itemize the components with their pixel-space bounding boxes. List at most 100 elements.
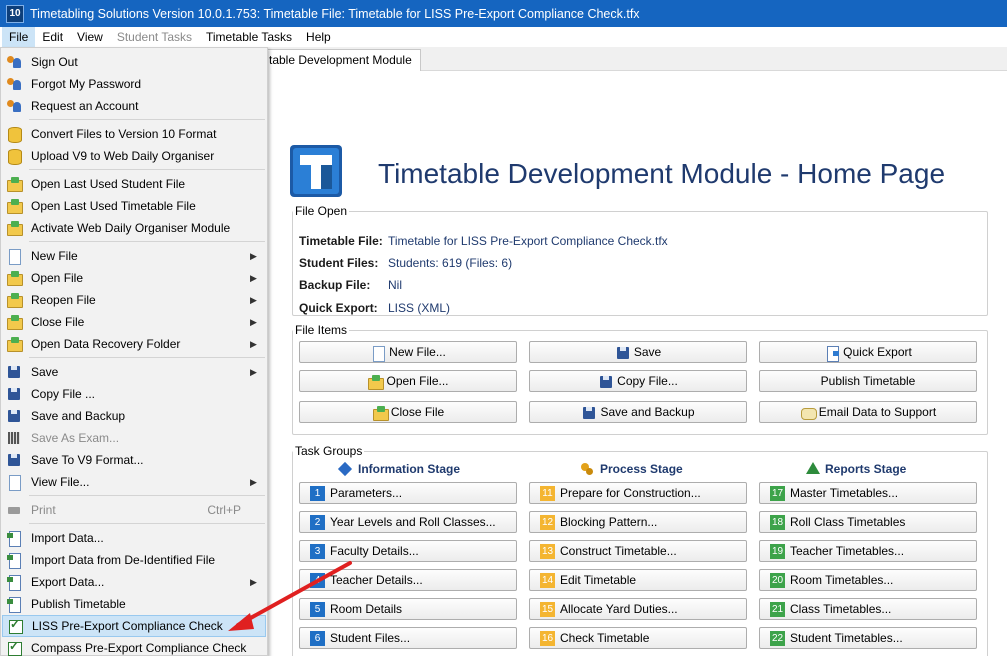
student-files-key: Student Files: bbox=[299, 256, 379, 270]
task-roll-class-timetables[interactable]: 18 Roll Class Timetables bbox=[759, 511, 977, 533]
new-file-icon bbox=[370, 345, 386, 362]
task-blocking-pattern[interactable]: 12 Blocking Pattern... bbox=[529, 511, 747, 533]
task-number: 21 bbox=[770, 601, 785, 617]
menu-item-save-as-exam[interactable]: Save As Exam... bbox=[2, 427, 266, 449]
menu-item-label: Print bbox=[31, 503, 56, 517]
menu-help[interactable]: Help bbox=[299, 27, 338, 47]
task-number: 12 bbox=[540, 514, 555, 530]
save-icon bbox=[6, 386, 22, 402]
menu-item-label: Request an Account bbox=[31, 99, 139, 113]
menu-timetable-tasks[interactable]: Timetable Tasks bbox=[199, 27, 299, 47]
menu-item-request-account[interactable]: Request an Account bbox=[2, 95, 266, 117]
publish-timetable-label: Publish Timetable bbox=[820, 374, 916, 388]
save-icon bbox=[6, 408, 22, 424]
menu-item-copy-file[interactable]: Copy File ... bbox=[2, 383, 266, 405]
menu-edit[interactable]: Edit bbox=[35, 27, 70, 47]
menu-item-label: Import Data... bbox=[31, 531, 104, 545]
menu-item-print[interactable]: Print Ctrl+P bbox=[2, 499, 266, 521]
submenu-arrow-icon: ▶ bbox=[250, 316, 257, 327]
save-and-backup-button[interactable]: Save and Backup bbox=[529, 401, 747, 423]
publish-timetable-button[interactable]: Publish Timetable bbox=[759, 370, 977, 392]
information-stage-heading: Information Stage bbox=[338, 462, 460, 476]
database-icon bbox=[6, 148, 22, 165]
export-icon bbox=[824, 345, 840, 362]
close-file-button[interactable]: Close File bbox=[299, 401, 517, 423]
menu-item-new-file[interactable]: New File ▶ bbox=[2, 245, 266, 267]
task-master-timetables[interactable]: 17 Master Timetables... bbox=[759, 482, 977, 504]
close-folder-icon bbox=[372, 405, 389, 421]
quick-export-button[interactable]: Quick Export bbox=[759, 341, 977, 363]
menu-file[interactable]: File bbox=[2, 27, 36, 47]
submenu-arrow-icon: ▶ bbox=[250, 476, 257, 487]
menu-item-import-data[interactable]: Import Data... bbox=[2, 527, 266, 549]
reports-stage-heading: Reports Stage bbox=[805, 462, 906, 476]
task-student-timetables[interactable]: 22 Student Timetables... bbox=[759, 627, 977, 649]
email-data-to-support-button[interactable]: Email Data to Support bbox=[759, 401, 977, 423]
save-button[interactable]: Save bbox=[529, 341, 747, 363]
menu-item-label: Close File bbox=[31, 315, 85, 329]
task-room-timetables[interactable]: 20 Room Timetables... bbox=[759, 569, 977, 591]
task-construct-timetable[interactable]: 13 Construct Timetable... bbox=[529, 540, 747, 562]
task-label: Class Timetables... bbox=[790, 602, 892, 616]
app-icon[interactable]: 10 bbox=[6, 4, 24, 23]
information-stage-label: Information Stage bbox=[358, 462, 461, 476]
info-diamond-icon bbox=[338, 462, 352, 476]
quick-export-value: LISS (XML) bbox=[388, 301, 451, 315]
new-file-button[interactable]: New File... bbox=[299, 341, 517, 363]
task-number: 11 bbox=[540, 485, 555, 501]
task-label: Blocking Pattern... bbox=[560, 515, 658, 529]
menu-item-label: Copy File ... bbox=[31, 387, 96, 401]
menu-item-reopen-file[interactable]: Reopen File ▶ bbox=[2, 289, 266, 311]
timetable-file-key: Timetable File: bbox=[299, 234, 383, 248]
file-open-group: File Open Timetable File: Timetable for L… bbox=[292, 204, 988, 316]
menu-separator bbox=[29, 241, 265, 242]
menu-item-open-recovery[interactable]: Open Data Recovery Folder ▶ bbox=[2, 333, 266, 355]
menu-item-view-file[interactable]: View File... ▶ bbox=[2, 471, 266, 493]
menu-student-tasks[interactable]: Student Tasks bbox=[110, 27, 199, 47]
task-class-timetables[interactable]: 21 Class Timetables... bbox=[759, 598, 977, 620]
menu-item-upload-v9[interactable]: Upload V9 to Web Daily Organiser bbox=[2, 145, 266, 167]
menu-item-shortcut: Ctrl+P bbox=[207, 503, 241, 517]
menu-item-sign-out[interactable]: Sign Out bbox=[2, 51, 266, 73]
menu-item-close-file[interactable]: Close File ▶ bbox=[2, 311, 266, 333]
tab-timetable-development-module[interactable]: table Development Module bbox=[252, 49, 421, 71]
menu-item-forgot-password[interactable]: Forgot My Password bbox=[2, 73, 266, 95]
print-icon bbox=[6, 502, 22, 518]
task-number: 17 bbox=[770, 485, 785, 501]
process-stage-label: Process Stage bbox=[600, 462, 683, 476]
menu-item-save-to-v9[interactable]: Save To V9 Format... bbox=[2, 449, 266, 471]
menu-item-activate-wdo[interactable]: Activate Web Daily Organiser Module bbox=[2, 217, 266, 239]
menu-view[interactable]: View bbox=[70, 27, 110, 47]
task-label: Student Timetables... bbox=[790, 631, 903, 645]
menu-item-label: Open Last Used Student File bbox=[31, 177, 186, 191]
menu-item-open-file[interactable]: Open File ▶ bbox=[2, 267, 266, 289]
gears-icon bbox=[580, 462, 594, 476]
submenu-arrow-icon: ▶ bbox=[250, 366, 257, 377]
menu-item-label: Activate Web Daily Organiser Module bbox=[31, 221, 231, 235]
save-label: Save bbox=[633, 345, 662, 359]
copy-file-button[interactable]: Copy File... bbox=[529, 370, 747, 392]
task-parameters[interactable]: 1 Parameters... bbox=[299, 482, 517, 504]
task-check-timetable[interactable]: 16 Check Timetable bbox=[529, 627, 747, 649]
open-file-button[interactable]: Open File... bbox=[299, 370, 517, 392]
file-items-legend: File Items bbox=[295, 323, 348, 337]
new-file-label: New File... bbox=[389, 345, 446, 359]
student-files-row: Student Files: Students: 619 (Files: 6) bbox=[299, 256, 512, 270]
task-label: Prepare for Construction... bbox=[560, 486, 701, 500]
task-edit-timetable[interactable]: 14 Edit Timetable bbox=[529, 569, 747, 591]
menu-item-label: Forgot My Password bbox=[31, 77, 142, 91]
task-allocate-yard-duties[interactable]: 15 Allocate Yard Duties... bbox=[529, 598, 747, 620]
menu-item-open-last-student[interactable]: Open Last Used Student File bbox=[2, 173, 266, 195]
backup-file-value: Nil bbox=[388, 278, 402, 292]
task-year-levels[interactable]: 2 Year Levels and Roll Classes... bbox=[299, 511, 517, 533]
task-label: Teacher Timetables... bbox=[790, 544, 905, 558]
task-teacher-timetables[interactable]: 19 Teacher Timetables... bbox=[759, 540, 977, 562]
save-and-backup-label: Save and Backup bbox=[600, 405, 695, 419]
menu-item-save-and-backup[interactable]: Save and Backup bbox=[2, 405, 266, 427]
task-prepare-construction[interactable]: 11 Prepare for Construction... bbox=[529, 482, 747, 504]
quick-export-label: Quick Export bbox=[843, 345, 912, 359]
menu-item-convert-files[interactable]: Convert Files to Version 10 Format bbox=[2, 123, 266, 145]
menu-item-open-last-timetable[interactable]: Open Last Used Timetable File bbox=[2, 195, 266, 217]
menu-item-save[interactable]: Save ▶ bbox=[2, 361, 266, 383]
timetabling-logo bbox=[290, 145, 342, 197]
